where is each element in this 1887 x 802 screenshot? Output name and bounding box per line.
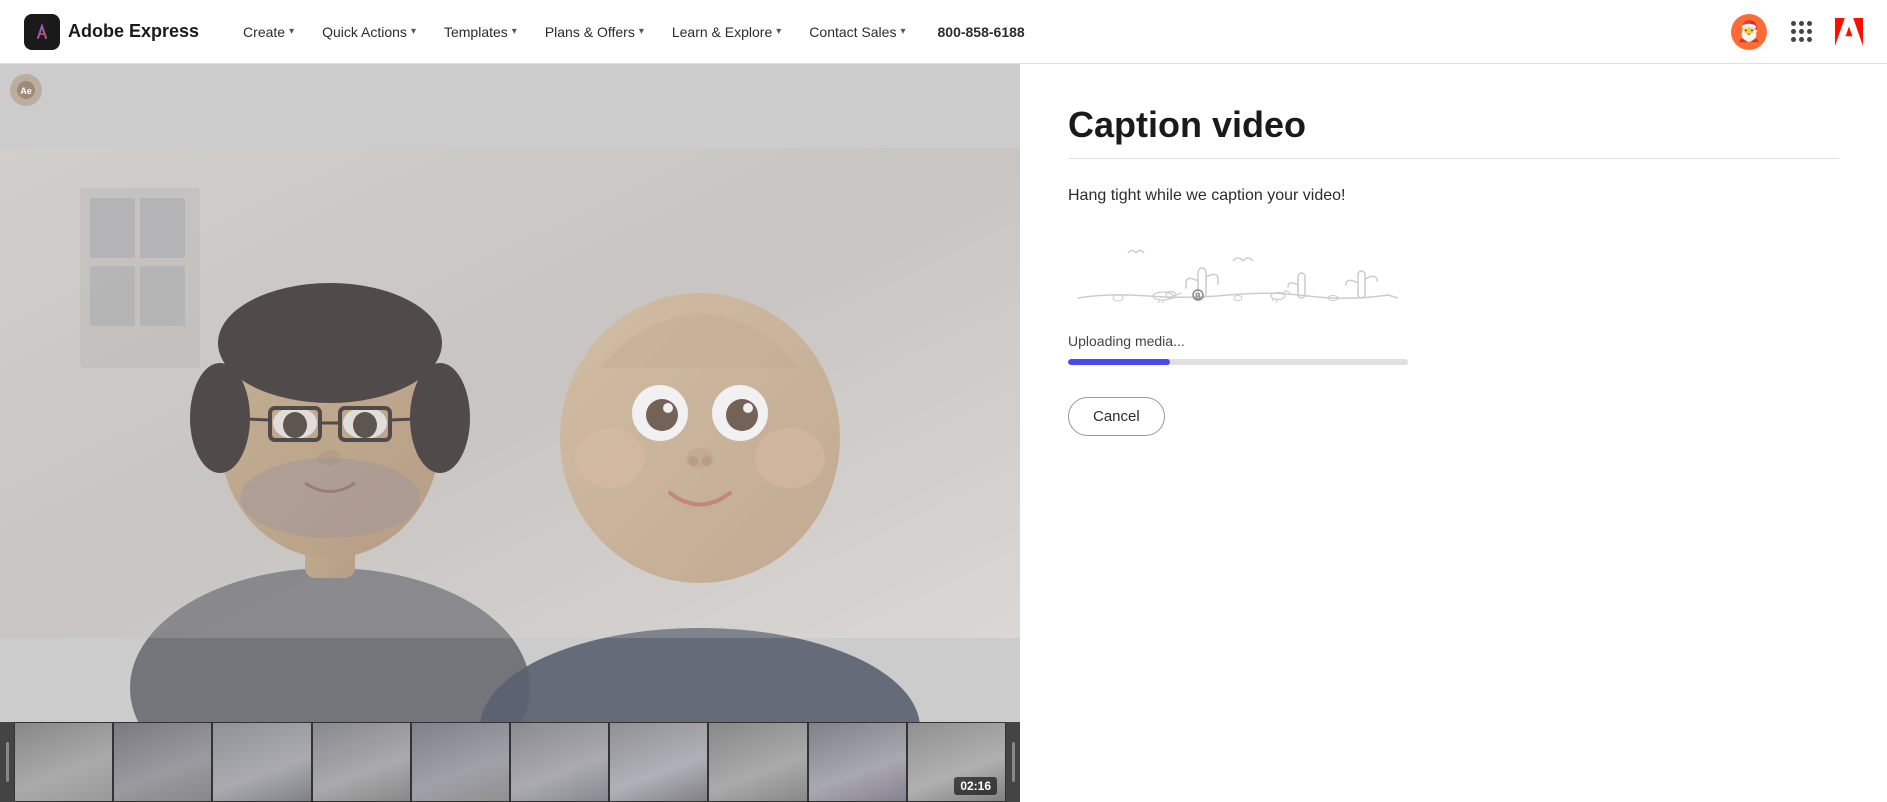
nav-item-quick-actions[interactable]: Quick Actions ▾ [310,16,428,48]
timeline-handle-left[interactable] [0,722,14,802]
logo-icon [24,14,60,50]
nav-templates-label: Templates [444,24,508,40]
nav-item-templates[interactable]: Templates ▾ [432,16,529,48]
panel-divider [1068,158,1839,159]
handle-line-right [1012,742,1015,782]
timeline-frame: 02:16 [907,722,1006,802]
chevron-down-icon: ▾ [289,26,294,37]
main-content: Ae 02:16 [0,64,1887,802]
timeline-timestamp: 02:16 [954,777,997,795]
video-content [0,64,1020,722]
video-timeline: 02:16 [0,722,1020,802]
timeline-frame [609,722,708,802]
navbar: Adobe Express Create ▾ Quick Actions ▾ T… [0,0,1887,64]
chevron-down-icon: ▾ [411,26,416,37]
adobe-logo-button[interactable] [1835,18,1863,46]
nav-item-contact-sales[interactable]: Contact Sales ▾ [797,16,917,48]
chevron-down-icon: ▾ [900,26,905,37]
progress-label: Uploading media... [1068,333,1839,349]
timeline-frame [212,722,311,802]
nav-menu: Create ▾ Quick Actions ▾ Templates ▾ Pla… [231,16,1707,48]
loading-illustration: B [1068,233,1408,313]
svg-text:Ae: Ae [20,86,32,96]
nav-item-create[interactable]: Create ▾ [231,16,306,48]
adobe-logo-icon [1835,18,1863,46]
watermark: Ae [10,74,42,106]
progress-bar-container [1068,359,1408,365]
cancel-button[interactable]: Cancel [1068,397,1165,436]
video-area: Ae [0,64,1020,722]
svg-text:B: B [1195,292,1201,301]
panel-subtitle: Hang tight while we caption your video! [1068,187,1839,205]
timeline-frame [708,722,807,802]
video-panel: Ae 02:16 [0,64,1020,802]
nav-item-learn-explore[interactable]: Learn & Explore ▾ [660,16,793,48]
chevron-down-icon: ▾ [639,26,644,37]
nav-item-plans-offers[interactable]: Plans & Offers ▾ [533,16,656,48]
phone-number: 800-858-6188 [938,24,1025,40]
panel-title: Caption video [1068,104,1839,146]
nav-learn-label: Learn & Explore [672,24,772,40]
timeline-frame [510,722,609,802]
navbar-right: 🎅 [1731,14,1863,50]
grid-icon [1791,21,1812,42]
logo-link[interactable]: Adobe Express [24,14,199,50]
timeline-frames: 02:16 [14,722,1006,802]
timeline-frame [411,722,510,802]
right-panel: Caption video Hang tight while we captio… [1020,64,1887,802]
timeline-frame [14,722,113,802]
handle-line-left [6,742,9,782]
timeline-frame [312,722,411,802]
nav-create-label: Create [243,24,285,40]
timeline-frame [808,722,907,802]
progress-bar-fill [1068,359,1170,365]
nav-quick-actions-label: Quick Actions [322,24,407,40]
nav-plans-label: Plans & Offers [545,24,635,40]
chevron-down-icon: ▾ [776,26,781,37]
logo-text: Adobe Express [68,21,199,42]
apps-grid-button[interactable] [1783,14,1819,50]
nav-contact-label: Contact Sales [809,24,896,40]
user-avatar-button[interactable]: 🎅 [1731,14,1767,50]
timeline-handle-right[interactable] [1006,722,1020,802]
chevron-down-icon: ▾ [512,26,517,37]
timeline-frame [113,722,212,802]
